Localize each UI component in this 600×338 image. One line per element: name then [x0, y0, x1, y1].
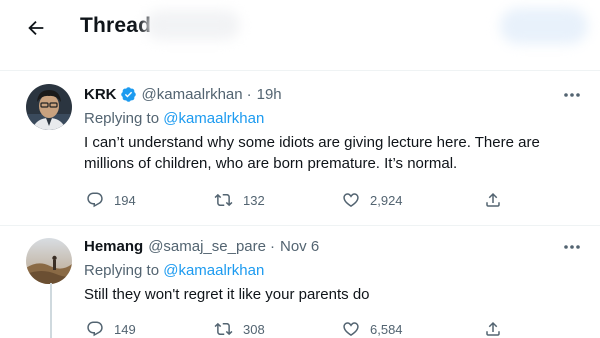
- user-handle[interactable]: @kamaalrkhan: [142, 86, 243, 103]
- heart-icon: [343, 193, 359, 207]
- retweet-icon: [214, 322, 233, 336]
- tweet-text-line: millions of children, who are born prema…: [84, 155, 458, 172]
- reply-button[interactable]: 149: [86, 320, 136, 338]
- separator: ·: [269, 238, 275, 255]
- page-title: Thread: [80, 14, 152, 37]
- tweet-text: I can’t understand why some idiots are g…: [84, 132, 594, 174]
- back-button[interactable]: [22, 14, 50, 42]
- thread-header: Thread: [0, 0, 600, 56]
- tweet-author-line: Hemang @samaj_se_pare · Nov 6: [84, 238, 319, 255]
- reply-icon: [87, 192, 103, 208]
- share-icon: [486, 321, 500, 336]
- retweet-button[interactable]: 132: [214, 191, 265, 209]
- more-button[interactable]: [560, 87, 584, 103]
- more-icon: [564, 245, 580, 249]
- like-button[interactable]: 6,584: [342, 320, 403, 338]
- retweet-count: 308: [243, 321, 265, 337]
- divider: [0, 70, 600, 71]
- replying-to: Replying to @kamaalrkhan: [84, 262, 264, 279]
- avatar[interactable]: [26, 84, 72, 130]
- like-count: 6,584: [370, 321, 403, 337]
- retweet-button[interactable]: 308: [214, 320, 265, 338]
- timestamp[interactable]: Nov 6: [280, 238, 319, 255]
- tweet-text-line: I can’t understand why some idiots are g…: [84, 134, 540, 151]
- divider: [0, 225, 600, 226]
- tweet-text-line: Still they won't regret it like your par…: [84, 286, 370, 303]
- retweet-count: 132: [243, 192, 265, 208]
- reply-icon: [87, 321, 103, 337]
- reply-count: 194: [114, 192, 136, 208]
- replying-to: Replying to @kamaalrkhan: [84, 110, 264, 127]
- replying-to-label: Replying to: [84, 262, 164, 279]
- blurred-button: [500, 8, 588, 44]
- more-button[interactable]: [560, 239, 584, 255]
- reply-count: 149: [114, 321, 136, 337]
- blurred-region: [145, 10, 240, 40]
- thread-connector-line: [50, 283, 52, 338]
- avatar[interactable]: [26, 238, 72, 284]
- reply-button[interactable]: 194: [86, 191, 136, 209]
- replying-to-label: Replying to: [84, 110, 164, 127]
- display-name[interactable]: Hemang: [84, 238, 143, 255]
- share-icon: [486, 192, 500, 207]
- like-count: 2,924: [370, 192, 403, 208]
- tweet-author-line: KRK @kamaalrkhan · 19h: [84, 86, 282, 103]
- mention-link[interactable]: @kamaalrkhan: [163, 262, 264, 279]
- tweet-text: Still they won't regret it like your par…: [84, 284, 594, 305]
- share-button[interactable]: [484, 191, 502, 209]
- like-button[interactable]: 2,924: [342, 191, 403, 209]
- verified-badge-icon: [120, 86, 137, 103]
- timestamp[interactable]: 19h: [257, 86, 282, 103]
- retweet-icon: [214, 193, 233, 207]
- more-icon: [564, 93, 580, 97]
- display-name[interactable]: KRK: [84, 86, 117, 103]
- arrow-left-icon: [28, 20, 44, 36]
- share-button[interactable]: [484, 320, 502, 338]
- heart-icon: [343, 322, 359, 336]
- user-handle[interactable]: @samaj_se_pare: [148, 238, 266, 255]
- separator: ·: [246, 86, 252, 103]
- mention-link[interactable]: @kamaalrkhan: [163, 110, 264, 127]
